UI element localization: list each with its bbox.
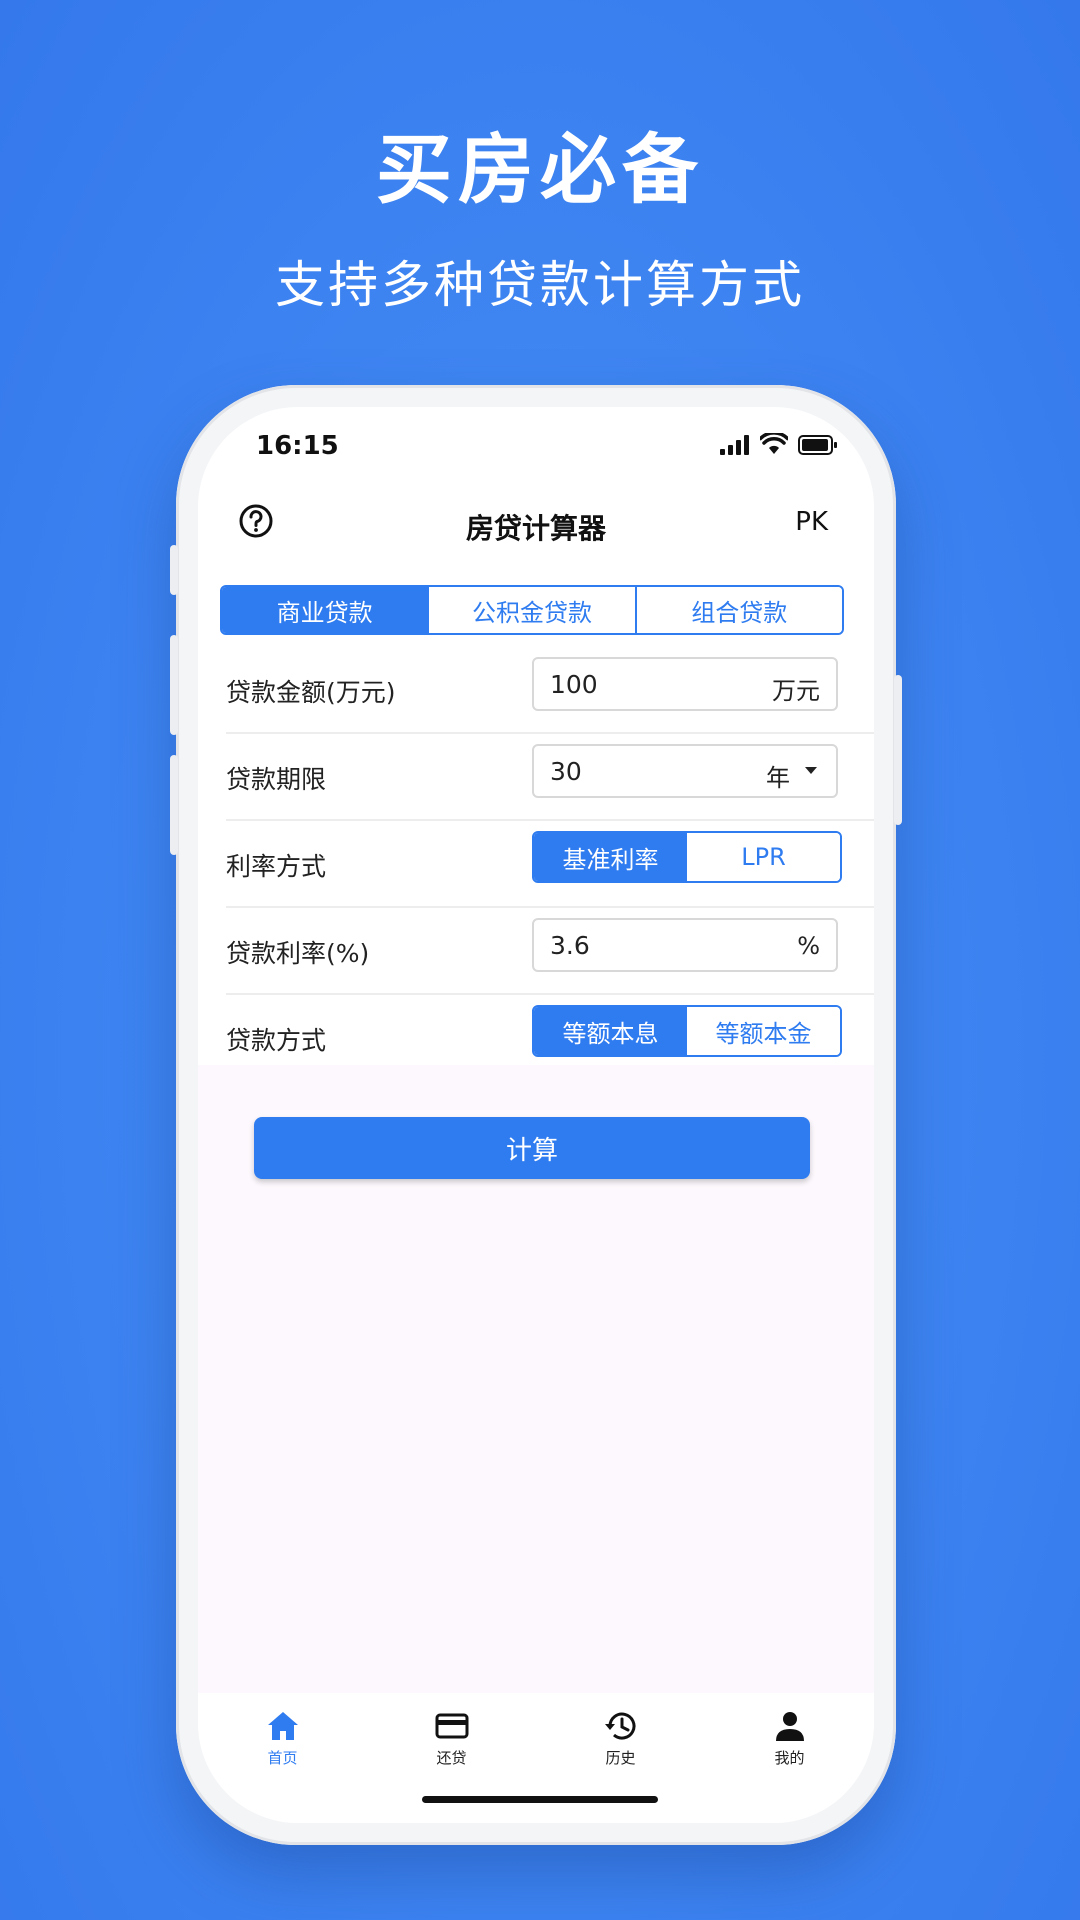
amount-row: 贷款金额(万元) 100 万元 [226,647,874,734]
tab-commercial-loan[interactable]: 商业贷款 [222,587,428,633]
volume-down-button [170,755,178,855]
rate-row: 贷款利率(%) 3.6 % [226,908,874,995]
home-indicator [422,1796,658,1803]
rate-mode-row: 利率方式 基准利率 LPR [226,821,874,908]
volume-up-button [170,635,178,735]
tabbar-item-repay[interactable]: 还贷 [367,1709,536,1768]
history-icon [604,1712,635,1740]
rate-value: 3.6 [550,931,590,960]
mute-switch [170,545,178,595]
method-equal-principal[interactable]: 等额本金 [687,1007,840,1055]
rate-label: 贷款利率(%) [226,939,370,968]
rate-mode-label: 利率方式 [226,852,327,881]
term-row: 贷款期限 30 年 [226,734,874,821]
calculate-button[interactable]: 计算 [254,1117,810,1179]
pk-button[interactable]: PK [795,507,828,537]
tabbar-label-mine: 我的 [774,1749,805,1767]
amount-input[interactable]: 100 万元 [532,657,838,711]
home-icon [267,1712,298,1740]
rate-unit: % [797,932,820,960]
amount-label: 贷款金额(万元) [226,678,396,707]
tab-provident-fund-loan[interactable]: 公积金贷款 [427,587,635,633]
tab-combined-loan[interactable]: 组合贷款 [634,587,842,633]
rate-mode-lpr[interactable]: LPR [687,833,840,881]
rate-input[interactable]: 3.6 % [532,918,838,972]
rate-mode-toggle: 基准利率 LPR [532,831,842,883]
bottom-tab-bar: 首页 还贷 历史 我的 [198,1693,874,1823]
promo-headline: 买房必备 [376,125,704,214]
status-bar: 16:15 [198,407,874,487]
tabbar-label-history: 历史 [605,1749,636,1767]
tabbar-item-history[interactable]: 历史 [536,1709,705,1768]
tabbar-item-mine[interactable]: 我的 [705,1709,874,1768]
loan-form: 贷款金额(万元) 100 万元 贷款期限 30 年 利率方式 基准利率 LPR … [198,647,874,1080]
nav-bar: 房贷计算器 PK [198,477,874,571]
promo-subline: 支持多种贷款计算方式 [275,256,805,314]
amount-unit: 万元 [772,677,820,705]
tabbar-label-home: 首页 [267,1749,298,1767]
phone-frame: 16:15 房贷计算器 PK 商业贷款 公积金贷款 组合贷款 贷款金额(万元) … [170,385,902,1845]
tabbar-label-repay: 还贷 [436,1749,467,1767]
term-unit: 年 [766,764,790,792]
method-equal-installment[interactable]: 等额本息 [534,1007,687,1055]
rate-mode-benchmark[interactable]: 基准利率 [534,833,687,881]
power-button [894,675,902,825]
term-select[interactable]: 30 年 [532,744,838,798]
battery-icon [798,435,837,455]
repayment-method-toggle: 等额本息 等额本金 [532,1005,842,1057]
wifi-icon [760,433,788,454]
method-label: 贷款方式 [226,1026,327,1055]
page-title: 房贷计算器 [465,512,606,545]
person-icon [775,1712,804,1741]
signal-icon [720,435,749,455]
phone-screen: 16:15 房贷计算器 PK 商业贷款 公积金贷款 组合贷款 贷款金额(万元) … [198,407,874,1823]
status-icons [720,433,838,455]
caret-down-icon [805,767,817,774]
term-value: 30 [550,757,582,786]
amount-value: 100 [550,670,598,699]
status-time: 16:15 [256,431,339,461]
term-label: 贷款期限 [226,765,327,794]
card-icon [435,1713,468,1739]
tabbar-item-home[interactable]: 首页 [198,1709,367,1768]
loan-type-tabs: 商业贷款 公积金贷款 组合贷款 [220,585,844,635]
